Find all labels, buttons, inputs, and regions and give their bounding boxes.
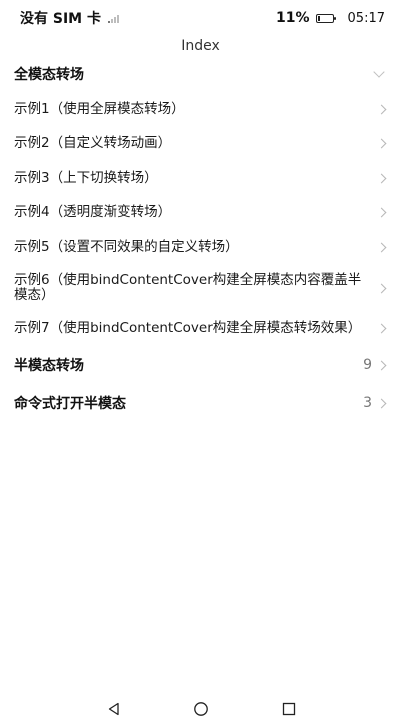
section-header-full-modal[interactable]: 全模态转场 [0,56,401,92]
clock: 05:17 [347,10,385,26]
chevron-right-icon [376,138,387,149]
list-item-example-1[interactable]: 示例1（使用全屏模态转场） [0,92,401,127]
list-item-label: 示例7（使用bindContentCover构建全屏模态转场效果） [14,320,362,337]
list-item-example-5[interactable]: 示例5（设置不同效果的自定义转场） [0,230,401,265]
chevron-right-icon [376,242,387,253]
chevron-down-icon [373,65,385,78]
list-item-example-2[interactable]: 示例2（自定义转场动画） [0,127,401,162]
triangle-back-icon[interactable] [104,699,124,719]
section-label: 命令式打开半模态 [14,396,126,412]
chevron-right-icon [376,398,387,408]
list-item-label: 示例2（自定义转场动画） [14,135,172,152]
square-recent-icon[interactable] [279,699,299,719]
section-count: 9 [363,357,372,373]
circle-home-icon[interactable] [191,699,211,719]
status-right: 11% 05:17 [276,10,385,26]
navigation-bar [0,696,401,724]
section-right: 9 [363,357,387,373]
list-item-example-4[interactable]: 示例4（透明度渐变转场） [0,196,401,231]
battery-icon [315,13,336,23]
chevron-right-icon [376,360,387,370]
chevron-right-icon [376,104,387,115]
battery-percent: 11% [276,10,310,26]
section-header-half-modal[interactable]: 半模态转场 9 [0,346,401,384]
chevron-right-icon [376,173,387,184]
list-item-label: 示例3（上下切换转场） [14,169,158,186]
chevron-right-icon [376,283,387,293]
list-item-label: 示例5（设置不同效果的自定义转场） [14,238,239,255]
carrier-text: 没有 SIM 卡 [20,11,101,27]
signal-icon [107,14,119,23]
page-title: Index [181,38,220,54]
list-item-label: 示例4（透明度渐变转场） [14,204,172,221]
section-header-imperative-half-modal[interactable]: 命令式打开半模态 3 [0,384,401,422]
status-bar: 没有 SIM 卡 11% 05:17 [0,0,401,36]
list-item-label: 示例6（使用bindContentCover构建全屏模态内容覆盖半模态） [14,272,362,303]
screen: 没有 SIM 卡 11% 05:17 Index 全模态转场 示例1（使用全屏模… [0,0,401,724]
chevron-right-icon [376,207,387,218]
menu-list: 全模态转场 示例1（使用全屏模态转场） 示例2（自定义转场动画） 示例3（上下切… [0,56,401,422]
list-item-example-6[interactable]: 示例6（使用bindContentCover构建全屏模态内容覆盖半模态） [0,265,401,312]
section-right: 3 [363,395,387,411]
status-left: 没有 SIM 卡 [20,8,119,28]
section-label: 半模态转场 [14,358,84,374]
chevron-right-icon [376,323,387,334]
list-item-example-7[interactable]: 示例7（使用bindContentCover构建全屏模态转场效果） [0,312,401,347]
list-item-example-3[interactable]: 示例3（上下切换转场） [0,161,401,196]
list-item-label: 示例1（使用全屏模态转场） [14,100,185,117]
section-label: 全模态转场 [14,67,84,83]
section-count: 3 [363,395,372,411]
